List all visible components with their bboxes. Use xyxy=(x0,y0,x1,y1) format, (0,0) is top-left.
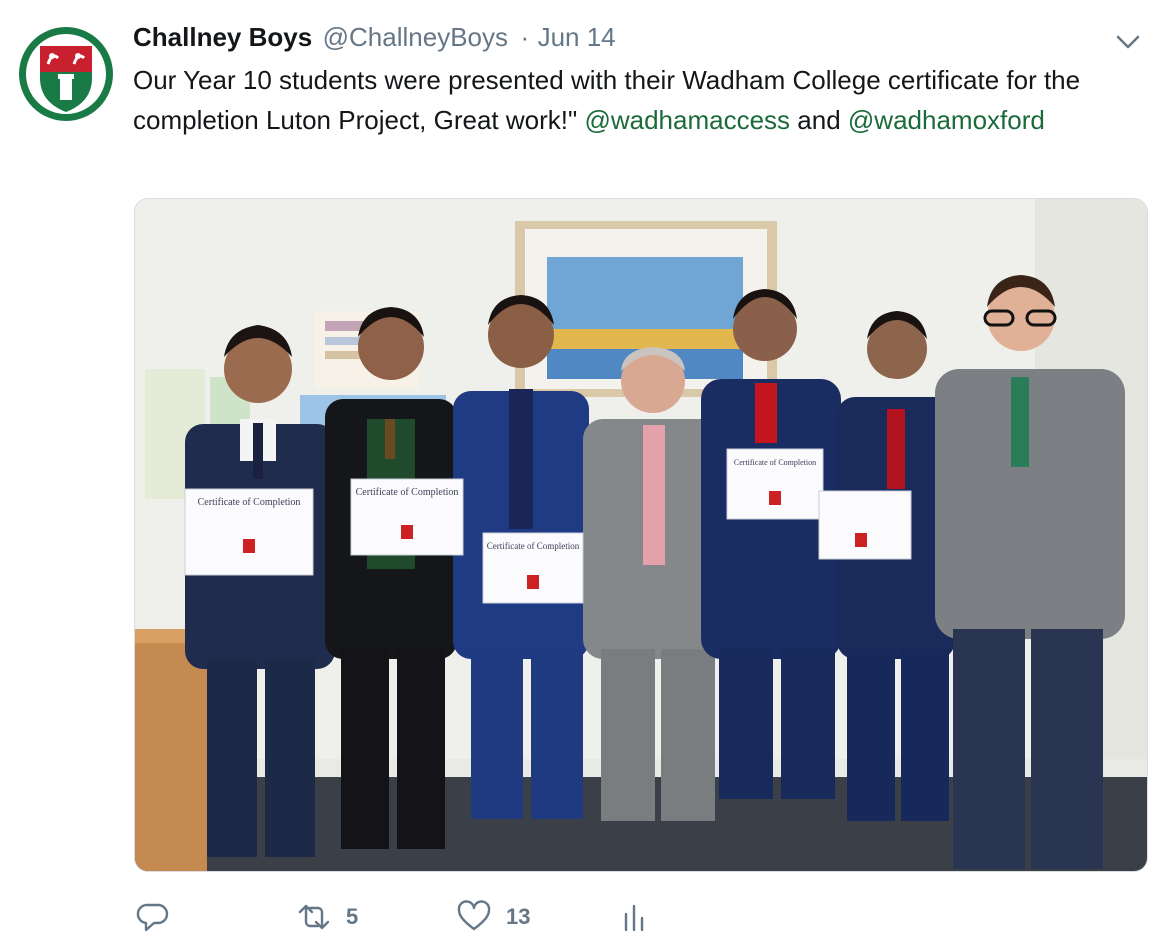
heart-icon xyxy=(457,900,491,931)
tweet-text: Our Year 10 students were presented with… xyxy=(133,60,1143,140)
retweet-button[interactable]: 5 xyxy=(296,893,358,941)
chevron-down-icon[interactable] xyxy=(1114,30,1142,54)
reply-icon xyxy=(136,903,169,932)
svg-text:Certificate of Completion: Certificate of Completion xyxy=(356,487,459,498)
certificate: Certificate of Completion xyxy=(482,532,584,604)
reply-button[interactable] xyxy=(136,893,170,941)
tweet-header: Challney Boys @ChallneyBoys · Jun 14 xyxy=(133,22,616,53)
svg-text:Certificate of Completion: Certificate of Completion xyxy=(734,458,816,467)
tweet-photo[interactable]: Certificate of Completion Certificate of… xyxy=(134,198,1148,872)
mention-wadhamaccess[interactable]: @wadhamaccess xyxy=(584,105,790,135)
author-handle[interactable]: @ChallneyBoys xyxy=(323,22,508,52)
tweet-date[interactable]: Jun 14 xyxy=(538,22,616,52)
school-crest-icon xyxy=(19,27,113,121)
retweet-count: 5 xyxy=(346,904,359,929)
certificate: Certificate of Completion xyxy=(184,488,314,576)
certificate: Certificate of Completion xyxy=(726,448,824,520)
mention-wadhamoxford[interactable]: @wadhamoxford xyxy=(848,105,1045,135)
tweet: Challney Boys @ChallneyBoys · Jun 14 Our… xyxy=(0,0,1168,952)
analytics-button[interactable] xyxy=(622,893,646,941)
author-name[interactable]: Challney Boys xyxy=(133,22,312,52)
like-button[interactable]: 13 xyxy=(456,893,530,941)
svg-text:Certificate of Completion: Certificate of Completion xyxy=(487,541,580,551)
retweet-icon xyxy=(298,904,330,930)
group-photo: Certificate of Completion Certificate of… xyxy=(135,199,1147,871)
tweet-actions: 5 13 xyxy=(136,893,776,941)
tweet-text-conjunction: and xyxy=(797,105,841,135)
separator-dot: · xyxy=(520,22,530,52)
like-count: 13 xyxy=(506,904,531,929)
svg-text:Certificate of Completion: Certificate of Completion xyxy=(198,497,301,508)
certificate xyxy=(818,490,912,560)
author-avatar[interactable] xyxy=(18,26,114,122)
certificate: Certificate of Completion xyxy=(350,478,464,556)
analytics-icon xyxy=(624,904,644,932)
